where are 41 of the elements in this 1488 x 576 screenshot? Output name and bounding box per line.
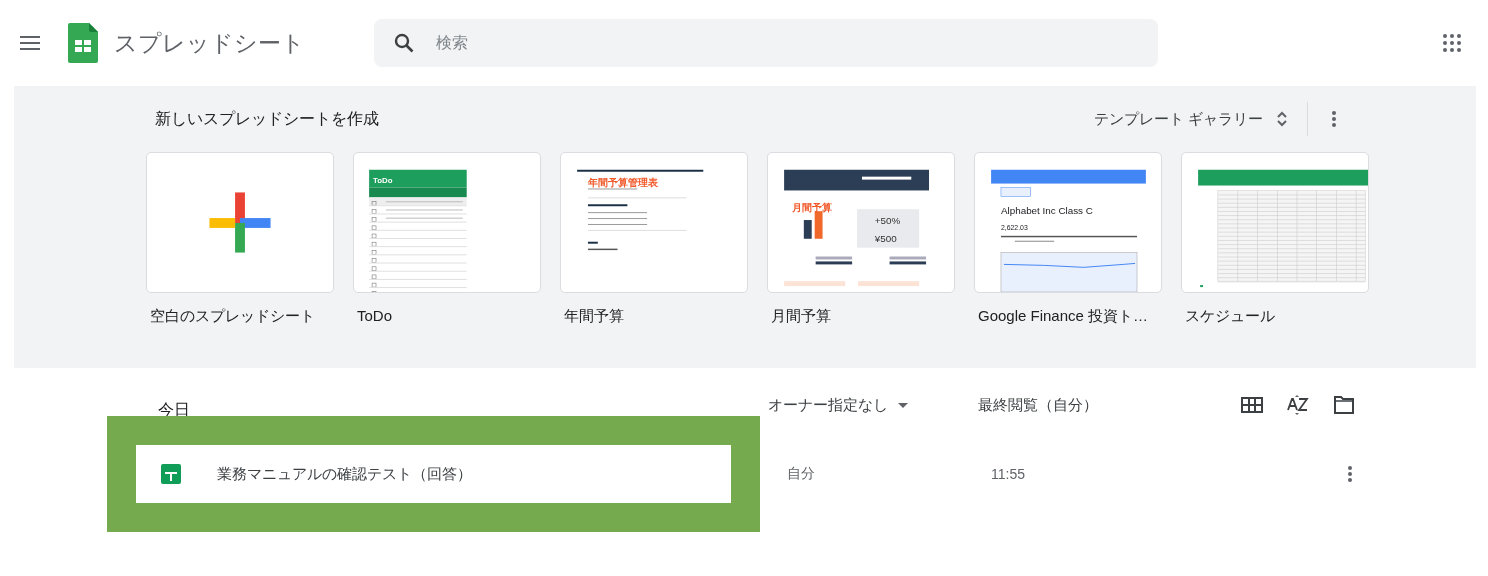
apps-grid-icon (1443, 34, 1461, 52)
template-label: Google Finance 投資ト… (978, 307, 1150, 326)
app-title: スプレッドシート (114, 28, 306, 58)
template-card[interactable] (1181, 152, 1369, 293)
dropdown-arrow-icon (898, 402, 908, 408)
template-label: 年間予算 (564, 307, 625, 326)
plus-icon (209, 192, 271, 253)
preview-text: ¥500 (874, 232, 897, 244)
template-label: 空白のスプレッドシート (150, 307, 316, 326)
template-label: 月間予算 (771, 307, 832, 326)
preview-text: 年間予算管理表 (587, 176, 658, 188)
more-vert-icon (1332, 111, 1336, 127)
template-gallery-button[interactable]: テンプレート ギャラリー (1085, 101, 1295, 137)
spreadsheet-logo-icon[interactable] (68, 23, 98, 63)
search-field[interactable]: 検索 (374, 19, 1158, 67)
spreadsheet-file-icon (161, 464, 181, 484)
template-label: ToDo (357, 307, 394, 324)
preview-text: 月間予算 (792, 202, 832, 214)
sort-column-label[interactable]: 最終閲覧（自分） (978, 395, 1240, 415)
template-card[interactable]: 年間予算管理表 (560, 152, 748, 293)
folder-icon (1333, 396, 1355, 414)
sort-button[interactable] (1286, 393, 1310, 417)
grid-view-icon (1241, 397, 1263, 413)
section-heading: 新しいスプレッドシートを作成 (155, 108, 379, 129)
template-card[interactable] (146, 152, 334, 293)
unfold-icon (1277, 111, 1287, 127)
template-card[interactable]: 月間予算 +50% ¥500 (767, 152, 955, 293)
owner-text: 自分 (787, 465, 816, 483)
preview-text: Alphabet Inc Class C (1000, 205, 1093, 217)
file-row[interactable]: 業務マニュアルの確認テスト（回答） 自分 11:55 (14, 445, 1476, 503)
owner-filter-dropdown[interactable]: オーナー指定なし (768, 395, 978, 415)
sort-az-icon (1287, 394, 1309, 416)
last-opened-time: 11:55 (991, 466, 1026, 482)
apps-button[interactable] (1440, 31, 1464, 55)
file-title: 業務マニュアルの確認テスト（回答） (217, 464, 473, 484)
preview-text: ToDo (373, 175, 393, 185)
more-vert-icon (1348, 466, 1352, 482)
preview-text: +50% (874, 215, 901, 226)
folder-button[interactable] (1332, 393, 1356, 417)
template-label: スケジュール (1185, 307, 1276, 326)
menu-icon (20, 36, 40, 50)
